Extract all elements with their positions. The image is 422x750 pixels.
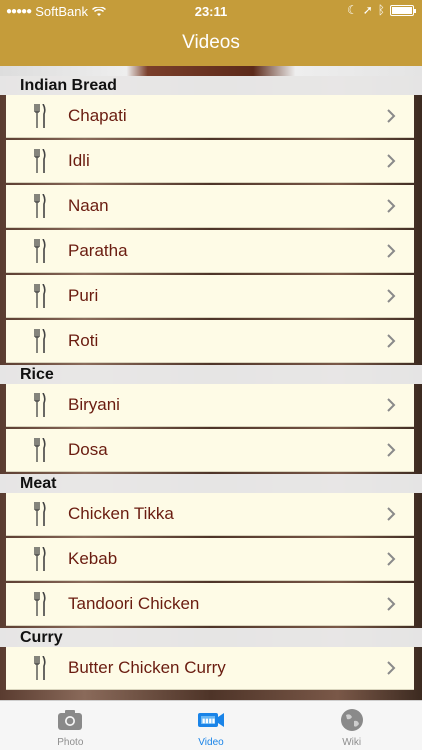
list-item-label: Chicken Tikka (68, 504, 174, 523)
navigation-bar: ●●●●● SoftBank 23:11 ☾ ➚ ᛒ Videos (0, 0, 422, 66)
fork-knife-icon (30, 284, 50, 308)
fork-knife-icon (30, 329, 50, 353)
list-item-label: Puri (68, 286, 99, 305)
header-photo (0, 66, 422, 76)
fork-knife-icon (30, 104, 50, 128)
list-item[interactable]: Tandoori Chicken (0, 583, 422, 628)
camera-icon (58, 710, 83, 730)
list-item-label: Naan (68, 196, 109, 215)
chevron-right-icon (387, 661, 396, 675)
list-item-card[interactable]: Butter Chicken Curry (6, 647, 414, 690)
list-item-label: Kebab (68, 549, 118, 568)
tab-label: Video (198, 737, 224, 748)
fork-knife-icon (30, 239, 50, 263)
chevron-right-icon (387, 244, 396, 258)
fork-knife-icon (30, 502, 50, 526)
chevron-right-icon (387, 289, 396, 303)
list-item[interactable]: Naan (0, 185, 422, 230)
list-item-card[interactable]: Chapati (6, 95, 414, 138)
list-item-card[interactable]: Biryani (6, 384, 414, 427)
list-item-label: Chapati (68, 106, 127, 125)
list-item-card[interactable]: Kebab (6, 538, 414, 581)
section-header: Rice (0, 365, 422, 384)
battery-icon (390, 4, 416, 16)
location-arrow-icon: ➚ (362, 3, 373, 17)
fork-knife-icon (30, 149, 50, 173)
tab-video[interactable]: ▮▮▮▮ Video (141, 701, 282, 750)
list-item-card[interactable]: Tandoori Chicken (6, 583, 414, 626)
status-bar: ●●●●● SoftBank 23:11 ☾ ➚ ᛒ (0, 0, 422, 22)
list-item[interactable]: Paratha (0, 230, 422, 275)
tab-wiki[interactable]: Wiki (281, 701, 422, 750)
video-camera-icon: ▮▮▮▮ (198, 713, 224, 727)
list-item[interactable]: Idli (0, 140, 422, 185)
page-title: Videos (182, 32, 240, 53)
section-header: Meat (0, 474, 422, 493)
svg-text:▮▮▮▮: ▮▮▮▮ (202, 719, 215, 725)
chevron-right-icon (387, 552, 396, 566)
list-item-card[interactable]: Paratha (6, 230, 414, 273)
chevron-right-icon (387, 398, 396, 412)
tab-label: Wiki (342, 737, 362, 748)
fork-knife-icon (30, 194, 50, 218)
chevron-right-icon (387, 507, 396, 521)
list-item-card[interactable]: Roti (6, 320, 414, 363)
list-item-card[interactable]: Chicken Tikka (6, 493, 414, 536)
section-header: Indian Bread (0, 76, 422, 95)
chevron-right-icon (387, 109, 396, 123)
tab-label: Photo (57, 737, 84, 748)
list-item[interactable]: Chicken Tikka (0, 493, 422, 538)
moon-icon: ☾ (346, 3, 358, 17)
list-item-label: Tandoori Chicken (68, 594, 200, 613)
list-item[interactable]: Puri (0, 275, 422, 320)
list-item[interactable]: Butter Chicken Curry (0, 647, 422, 692)
fork-knife-icon (30, 592, 50, 616)
video-list[interactable]: Indian Bread Chapati Idli Naan Paratha Puri Ro… (0, 66, 422, 700)
list-item-label: Biryani (68, 395, 120, 414)
fork-knife-icon (30, 547, 50, 571)
list-item-label: Roti (68, 331, 99, 350)
list-item-label: Idli (68, 151, 90, 170)
list-item-label: Paratha (68, 241, 128, 260)
fork-knife-icon (30, 438, 50, 462)
list-item[interactable]: Kebab (0, 538, 422, 583)
list-item[interactable]: Biryani (0, 384, 422, 429)
fork-knife-icon (30, 656, 50, 680)
list-item-card[interactable]: Puri (6, 275, 414, 318)
list-item-card[interactable]: Dosa (6, 429, 414, 472)
list-item[interactable]: Roti (0, 320, 422, 365)
chevron-right-icon (387, 199, 396, 213)
list-item-label: Butter Chicken Curry (68, 658, 226, 677)
tab-photo[interactable]: Photo (0, 701, 141, 750)
bluetooth-icon: ᛒ (377, 3, 385, 17)
chevron-right-icon (387, 597, 396, 611)
list-item[interactable]: Chapati (0, 95, 422, 140)
globe-icon (340, 709, 363, 731)
tab-bar: Photo ▮▮▮▮ Video Wiki (0, 700, 422, 750)
list-item[interactable]: Dosa (0, 429, 422, 474)
list-item-card[interactable]: Idli (6, 140, 414, 183)
chevron-right-icon (387, 154, 396, 168)
chevron-right-icon (387, 334, 396, 348)
list-item-card[interactable]: Naan (6, 185, 414, 228)
section-header: Curry (0, 628, 422, 647)
list-item-label: Dosa (68, 440, 108, 459)
chevron-right-icon (387, 443, 396, 457)
fork-knife-icon (30, 393, 50, 417)
